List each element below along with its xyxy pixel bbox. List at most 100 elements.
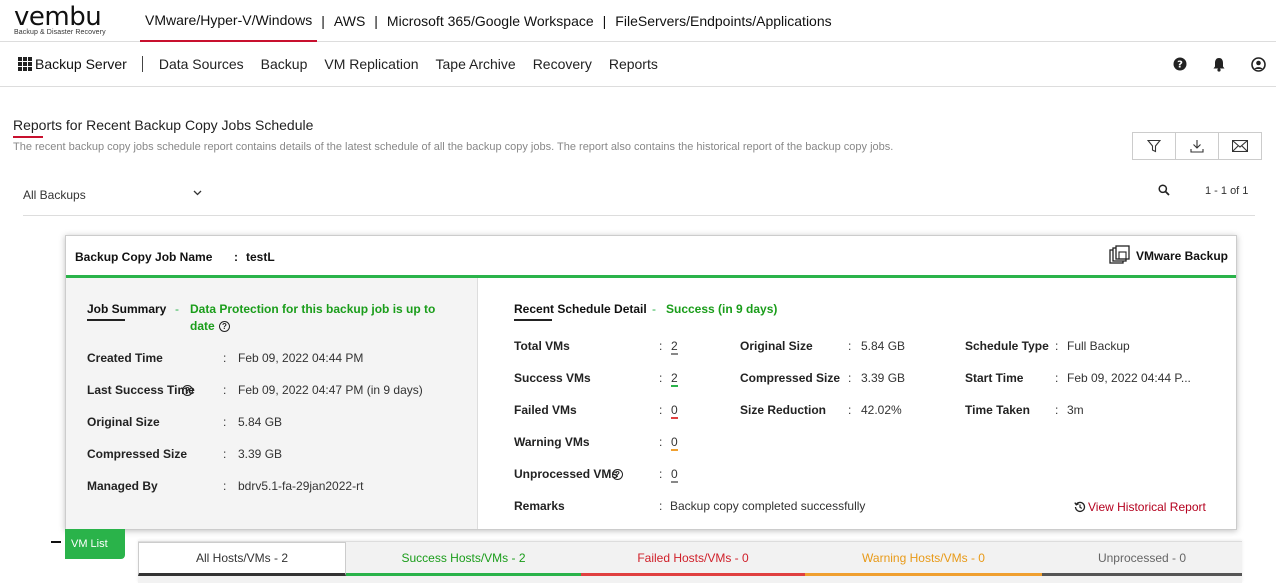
pagination-info: 1 - 1 of 1 (1205, 185, 1249, 197)
summary-colon: : (223, 415, 227, 429)
warning-vms-label: Warning VMs (514, 435, 590, 449)
schedule-colon: : (659, 467, 663, 481)
help-icon[interactable]: ? (1172, 56, 1188, 72)
info-icon[interactable]: ? (219, 319, 230, 333)
backup-filter-select[interactable]: All Backups (23, 188, 206, 202)
nav-item-tape-archive[interactable]: Tape Archive (436, 56, 516, 72)
view-historical-report-link[interactable]: View Historical Report (1074, 500, 1206, 514)
last-success-time-label: Last Success Time (87, 383, 195, 397)
schedule-colon: : (659, 499, 663, 513)
nav-icons: ? (1149, 56, 1266, 72)
tab-aws[interactable]: AWS (329, 0, 370, 42)
time-taken-value: 3m (1067, 403, 1084, 417)
schedule-detail-panel: Recent Schedule Detail - Success (in 9 d… (478, 278, 1236, 529)
original-size-label: Original Size (87, 415, 160, 429)
unprocessed-vms-label: Unprocessed VMs (514, 467, 619, 481)
tab-all-hosts[interactable]: All Hosts/VMs - 2 (138, 542, 346, 576)
product-tabs: VMware/Hyper-V/Windows | AWS | Microsoft… (140, 0, 837, 42)
schedule-colon: : (1055, 339, 1059, 353)
tab-separator: | (374, 13, 378, 29)
schedule-colon: : (848, 371, 852, 385)
job-summary-dash: - (175, 302, 179, 316)
tab-vmware-hyperv-windows[interactable]: VMware/Hyper-V/Windows (140, 0, 318, 42)
collapse-icon[interactable] (51, 541, 61, 543)
compressed-size-label: Compressed Size (87, 447, 188, 461)
schedule-colon: : (659, 371, 663, 385)
backup-filter-value: All Backups (23, 188, 86, 202)
tab-microsoft-google[interactable]: Microsoft 365/Google Workspace (382, 0, 599, 42)
schedule-compressed-size-label: Compressed Size (740, 371, 841, 385)
chevron-down-icon (193, 188, 202, 199)
tab-warning-hosts[interactable]: Warning Hosts/VMs - 0 (805, 542, 1042, 576)
success-vms-label: Success VMs (514, 371, 591, 385)
start-time-label: Start Time (965, 371, 1024, 385)
email-button[interactable] (1218, 132, 1262, 160)
start-time-value: Feb 09, 2022 04:44 P... (1067, 371, 1191, 385)
tab-unprocessed[interactable]: Unprocessed - 0 (1042, 542, 1242, 576)
svg-text:?: ? (1177, 60, 1183, 71)
download-icon (1190, 140, 1204, 153)
summary-colon: : (223, 479, 227, 493)
schedule-type-label: Schedule Type (965, 339, 1049, 353)
schedule-detail-underline (514, 319, 552, 321)
remarks-value: Backup copy completed successfully (670, 499, 866, 513)
info-icon[interactable]: ? (182, 383, 193, 397)
job-summary-title: Job Summary (87, 302, 167, 316)
failed-vms-value[interactable]: 0 (671, 403, 678, 419)
warning-vms-value[interactable]: 0 (671, 435, 678, 451)
user-icon[interactable] (1250, 56, 1266, 72)
backup-type-label: VMware Backup (1135, 249, 1228, 263)
created-time-value: Feb 09, 2022 04:44 PM (238, 351, 364, 365)
nav-item-backup[interactable]: Backup (261, 56, 308, 72)
tab-separator: | (602, 13, 607, 29)
nav-item-vm-replication[interactable]: VM Replication (324, 56, 418, 72)
vembu-logo[interactable]: vembu Backup & Disaster Recovery (14, 4, 106, 36)
filter-button[interactable] (1132, 132, 1176, 160)
page-description: The recent backup copy jobs schedule rep… (13, 141, 894, 153)
unprocessed-vms-value[interactable]: 0 (671, 467, 678, 483)
schedule-original-size-value: 5.84 GB (861, 339, 906, 353)
created-time-label: Created Time (87, 351, 163, 365)
historical-report-label: View Historical Report (1088, 500, 1206, 514)
job-name-label: Backup Copy Job Name (75, 250, 213, 264)
schedule-detail-dash: - (652, 302, 656, 316)
tab-success-hosts[interactable]: Success Hosts/VMs - 2 (346, 542, 581, 576)
schedule-colon: : (659, 403, 663, 417)
job-summary-status-line1: Data Protection for this backup job is u… (190, 302, 436, 316)
schedule-colon: : (659, 435, 663, 449)
schedule-original-size-label: Original Size (740, 339, 813, 353)
nav-item-reports[interactable]: Reports (609, 56, 658, 72)
download-button[interactable] (1175, 132, 1219, 160)
nav-item-recovery[interactable]: Recovery (533, 56, 592, 72)
info-icon[interactable]: ? (612, 467, 623, 481)
tab-fileservers-endpoints[interactable]: FileServers/Endpoints/Applications (610, 0, 836, 42)
backup-server-label: Backup Server (35, 56, 127, 72)
original-size-value: 5.84 GB (238, 415, 283, 429)
page-title: Reports for Recent Backup Copy Jobs Sche… (13, 117, 314, 133)
bell-icon[interactable] (1211, 56, 1227, 72)
tab-failed-hosts[interactable]: Failed Hosts/VMs - 0 (581, 542, 805, 576)
total-vms-value[interactable]: 2 (671, 339, 678, 355)
remarks-label: Remarks (514, 499, 565, 513)
failed-vms-label: Failed VMs (514, 403, 577, 417)
job-summary-underline (87, 319, 125, 321)
backup-job-card: Backup Copy Job Name : testL VMware Back… (65, 235, 1237, 530)
summary-colon: : (223, 383, 227, 397)
success-vms-value[interactable]: 2 (671, 371, 678, 387)
backup-server-menu[interactable]: Backup Server (18, 56, 127, 72)
nav-item-data-sources[interactable]: Data Sources (159, 56, 244, 72)
job-name-value: testL (246, 250, 275, 264)
schedule-status: Success (in 9 days) (666, 302, 778, 316)
mail-icon (1232, 140, 1248, 152)
job-summary-status-line2: date (190, 319, 215, 333)
job-summary-panel: Job Summary - Data Protection for this b… (66, 278, 478, 529)
schedule-compressed-size-value: 3.39 GB (861, 371, 906, 385)
schedule-detail-title: Recent Schedule Detail (514, 302, 647, 316)
logo-wordmark: vembu (14, 2, 102, 32)
summary-colon: : (223, 351, 227, 365)
total-vms-label: Total VMs (514, 339, 570, 353)
size-reduction-label: Size Reduction (740, 403, 827, 417)
search-icon[interactable] (1158, 184, 1170, 199)
job-name-colon: : (234, 250, 238, 264)
vm-list-tab[interactable]: VM List (65, 529, 125, 559)
